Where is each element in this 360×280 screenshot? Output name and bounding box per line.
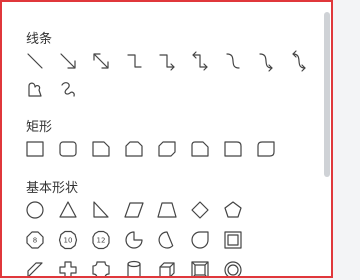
curved-double-arrow-connector-icon[interactable] <box>282 48 315 74</box>
chord-icon[interactable] <box>150 227 183 253</box>
plus-icon[interactable] <box>51 257 84 276</box>
lines-row-1 <box>18 48 315 74</box>
line-double-arrow-icon[interactable] <box>84 48 117 74</box>
round-diagonal-rectangle-icon[interactable] <box>249 136 282 162</box>
freeform-shape-icon[interactable] <box>18 76 51 102</box>
curved-arrow-connector-icon[interactable] <box>249 48 282 74</box>
elbow-double-arrow-connector-icon[interactable] <box>183 48 216 74</box>
pentagon-icon[interactable] <box>216 197 249 223</box>
trapezoid-icon[interactable] <box>150 197 183 223</box>
snip-diagonal-rectangle-icon[interactable] <box>150 136 183 162</box>
frame-icon[interactable] <box>216 227 249 253</box>
dodecagon-icon[interactable]: 12 <box>84 227 117 253</box>
basic-shapes-row-1 <box>18 197 249 223</box>
snip-single-corner-rectangle-icon[interactable] <box>84 136 117 162</box>
elbow-connector-icon[interactable] <box>117 48 150 74</box>
section-title-basic-shapes: 基本形状 <box>26 181 79 196</box>
basic-shapes-row-2: 8 10 12 <box>18 227 249 253</box>
cube-icon[interactable] <box>150 257 183 276</box>
elbow-arrow-connector-icon[interactable] <box>150 48 183 74</box>
diagonal-stripe-icon[interactable] <box>18 257 51 276</box>
snip-same-side-rectangle-icon[interactable] <box>117 136 150 162</box>
pie-icon[interactable] <box>117 227 150 253</box>
rectangles-row <box>18 136 282 162</box>
curved-connector-icon[interactable] <box>216 48 249 74</box>
triangle-icon[interactable] <box>51 197 84 223</box>
decagon-label: 10 <box>63 237 72 245</box>
right-triangle-icon[interactable] <box>84 197 117 223</box>
diamond-icon[interactable] <box>183 197 216 223</box>
snip-round-rectangle-icon[interactable] <box>183 136 216 162</box>
round-single-corner-rectangle-icon[interactable] <box>216 136 249 162</box>
rounded-rectangle-icon[interactable] <box>51 136 84 162</box>
line-icon[interactable] <box>18 48 51 74</box>
basic-shapes-row-3 <box>18 257 249 276</box>
oval-icon[interactable] <box>18 197 51 223</box>
lines-row-2 <box>18 76 84 102</box>
dodecagon-label: 12 <box>96 237 105 245</box>
decagon-icon[interactable]: 10 <box>51 227 84 253</box>
shapes-dropdown-panel: 线条 矩形 基本形状 8 10 12 <box>0 0 333 278</box>
can-icon[interactable] <box>117 257 150 276</box>
rectangle-icon[interactable] <box>18 136 51 162</box>
octagon-label: 8 <box>32 237 36 245</box>
line-arrow-icon[interactable] <box>51 48 84 74</box>
plaque-icon[interactable] <box>84 257 117 276</box>
panel-scrollbar-thumb[interactable] <box>324 12 330 177</box>
parallelogram-icon[interactable] <box>117 197 150 223</box>
teardrop-icon[interactable] <box>183 227 216 253</box>
section-title-rectangles: 矩形 <box>26 120 53 135</box>
donut-icon[interactable] <box>216 257 249 276</box>
section-title-lines: 线条 <box>26 32 53 47</box>
scribble-icon[interactable] <box>51 76 84 102</box>
bevel-icon[interactable] <box>183 257 216 276</box>
octagon-icon[interactable]: 8 <box>18 227 51 253</box>
